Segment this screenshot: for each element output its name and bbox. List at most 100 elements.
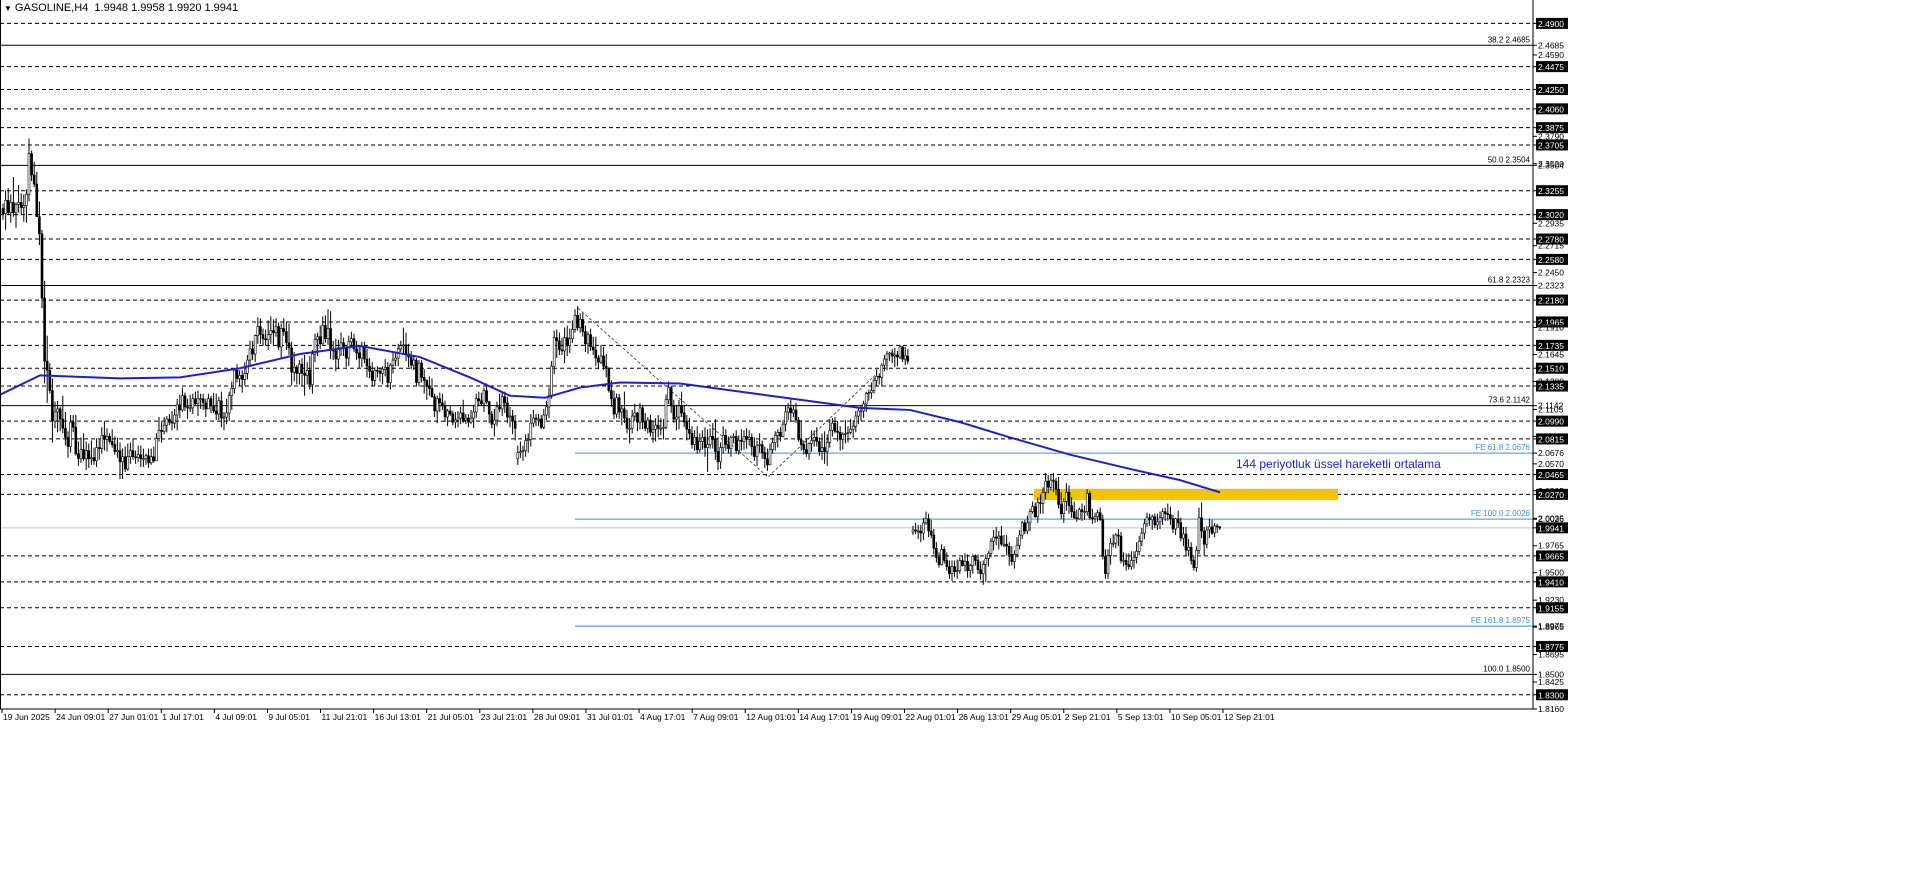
- candle-body: [591, 346, 595, 351]
- chart-background: [0, 0, 1916, 888]
- time-label: 21 Jul 05:01: [428, 712, 475, 722]
- candle-body: [805, 449, 808, 454]
- candle-body: [316, 336, 319, 341]
- candle-body: [812, 437, 816, 441]
- candle-body: [883, 358, 886, 366]
- candle-body: [285, 331, 288, 344]
- candle-body: [807, 443, 811, 454]
- candle-body: [1049, 479, 1053, 488]
- candle-body: [818, 441, 821, 452]
- candle-body: [763, 452, 767, 460]
- candle-body: [311, 353, 314, 385]
- candle-body: [825, 442, 829, 452]
- candle-body: [1114, 534, 1118, 544]
- candle-body: [365, 358, 369, 367]
- price-axis[interactable]: 2.49002.46852.45902.44752.42502.40602.38…: [1533, 17, 1568, 714]
- candle-body: [420, 362, 423, 378]
- candle-body: [914, 529, 917, 532]
- candle-body: [942, 548, 946, 561]
- candle-body: [903, 355, 907, 360]
- candle-body: [92, 457, 96, 462]
- candle-body: [1197, 517, 1201, 551]
- candle: [1119, 532, 1123, 564]
- candle-body: [14, 204, 18, 213]
- candle-body: [261, 334, 265, 340]
- candle-body: [753, 446, 756, 458]
- candle-body: [524, 440, 527, 451]
- price-label: 2.4590: [1538, 50, 1564, 60]
- candle-body: [651, 428, 655, 433]
- dropdown-triangle-icon[interactable]: ▼: [4, 4, 12, 13]
- candle-body: [264, 338, 267, 341]
- candle-body: [474, 398, 478, 413]
- candle: [40, 229, 44, 309]
- candle-body: [1002, 543, 1006, 546]
- candle: [1078, 507, 1081, 520]
- candle-body: [69, 421, 72, 447]
- price-label: 2.2580: [1538, 255, 1564, 265]
- candle-body: [360, 346, 364, 359]
- candle-body: [857, 410, 860, 417]
- candle-body: [66, 437, 70, 447]
- candle-body: [836, 430, 839, 433]
- fib-expansion-label: FE 100.0 2.0026: [1471, 509, 1531, 518]
- candle-body: [604, 365, 608, 369]
- candle-body: [628, 427, 631, 430]
- candle-body: [633, 412, 637, 417]
- candle-body: [565, 337, 569, 347]
- candle-body: [935, 547, 938, 558]
- price-label: 1.8965: [1538, 622, 1564, 632]
- candle-body: [958, 560, 962, 571]
- candle-body: [513, 420, 517, 429]
- time-label: 19 Aug 09:01: [852, 712, 902, 722]
- candle-body: [324, 325, 327, 340]
- candle-body: [732, 436, 735, 438]
- candle-body: [485, 390, 488, 403]
- price-label: 2.3504: [1538, 160, 1564, 170]
- candle-body: [1122, 560, 1125, 562]
- candle-body: [131, 450, 135, 458]
- candle-body: [1210, 526, 1214, 534]
- candle-body: [838, 432, 842, 440]
- candle-body: [950, 566, 954, 575]
- candle-body: [1130, 560, 1133, 567]
- time-label: 29 Aug 05:01: [1012, 712, 1062, 722]
- candle-body: [363, 346, 366, 360]
- candle-body: [880, 364, 884, 378]
- candle-body: [1205, 529, 1209, 545]
- price-chart[interactable]: 38.2 2.4685 50.0 2.3504 61.8 2.2323 73.6 2.…: [0, 0, 1916, 888]
- candle-body: [56, 408, 59, 413]
- candle-body: [997, 535, 1001, 539]
- candle-body: [467, 417, 470, 423]
- candle: [1101, 514, 1105, 560]
- candle-body: [1083, 511, 1086, 513]
- price-label: 2.1910: [1538, 323, 1564, 333]
- candle-body: [937, 557, 941, 565]
- candle-body: [134, 456, 137, 459]
- candle-body: [469, 417, 473, 423]
- candle-body: [610, 390, 613, 400]
- candle-body: [1184, 533, 1188, 551]
- candle-body: [981, 564, 985, 575]
- candle-body: [212, 405, 215, 412]
- candle-body: [669, 387, 673, 407]
- candle-body: [719, 447, 722, 463]
- candle-body: [1005, 543, 1008, 547]
- candle-body: [9, 202, 13, 213]
- candle-body: [698, 441, 702, 450]
- candle-body: [1117, 534, 1120, 537]
- candle-body: [890, 352, 894, 357]
- price-label: 2.2323: [1538, 281, 1564, 291]
- candle-body: [259, 326, 262, 335]
- candle-body: [1145, 517, 1149, 525]
- candle: [417, 360, 421, 387]
- time-label: 7 Aug 09:01: [693, 712, 739, 722]
- candle-body: [929, 530, 933, 536]
- candle-body: [97, 447, 101, 449]
- candle-body: [721, 435, 725, 448]
- candle-body: [27, 153, 31, 195]
- candle-body: [472, 411, 475, 419]
- candle-body: [186, 406, 189, 409]
- candle-body: [786, 407, 790, 413]
- candle-body: [1150, 516, 1154, 521]
